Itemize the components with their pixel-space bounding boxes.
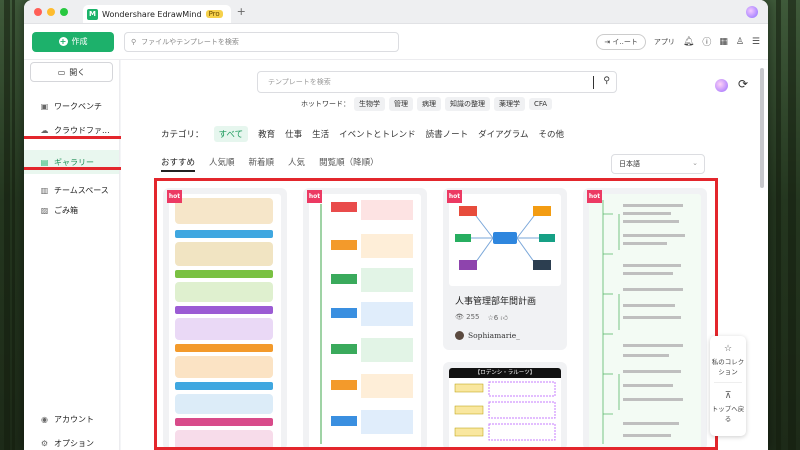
grid-view-icon[interactable]: ▦ bbox=[719, 37, 728, 47]
bell-icon[interactable]: 🔔︎ bbox=[683, 37, 694, 47]
hot-word-chip[interactable]: 管理 bbox=[389, 97, 413, 111]
category-work[interactable]: 仕事 bbox=[285, 128, 302, 140]
category-label: カテゴリ： bbox=[161, 130, 204, 140]
minimize-window-button[interactable] bbox=[47, 7, 55, 16]
new-tab-button[interactable]: + bbox=[237, 5, 246, 18]
back-to-top-button[interactable]: ⊼ トップへ戻る bbox=[710, 383, 746, 423]
tab-recommended[interactable]: おすすめ bbox=[161, 156, 196, 172]
user-avatar[interactable] bbox=[746, 5, 758, 18]
title-bar: M Wondershare EdrawMind Pro + bbox=[24, 0, 768, 24]
open-button[interactable]: ▭ 開く bbox=[30, 62, 113, 82]
highlight-box-templates bbox=[154, 178, 718, 450]
floating-panel: ☆ 私のコレクション ⊼ トップへ戻る bbox=[710, 336, 746, 436]
hot-tag: hot bbox=[167, 190, 182, 203]
sidebar-item-account[interactable]: ◉ アカウント bbox=[24, 407, 120, 431]
hot-word-chip[interactable]: CFA bbox=[529, 98, 553, 110]
open-label: 開く bbox=[69, 67, 86, 77]
menu-icon[interactable]: ☰ bbox=[752, 37, 760, 47]
create-button[interactable]: + 作成 bbox=[32, 31, 114, 52]
file-search-placeholder: ファイルやテンプレートを検索 bbox=[141, 37, 239, 46]
search-divider bbox=[593, 76, 594, 89]
refresh-icon[interactable]: ⟳ bbox=[738, 77, 748, 91]
trash-icon: ▨ bbox=[40, 205, 49, 215]
hot-word-chip[interactable]: 薬理学 bbox=[494, 97, 525, 111]
apps-button[interactable]: アプリ bbox=[654, 37, 675, 47]
template-search-placeholder: テンプレートを検索 bbox=[268, 78, 331, 86]
sidebar-item-label: クラウドファ... bbox=[54, 125, 110, 135]
star-icon: ☆ bbox=[723, 344, 733, 354]
category-events[interactable]: イベントとトレンド bbox=[339, 128, 416, 140]
hot-word-chip[interactable]: 病理 bbox=[417, 97, 441, 111]
app-window: M Wondershare EdrawMind Pro + + 作成 ⚲ ファイ… bbox=[24, 0, 768, 450]
category-life[interactable]: 生活 bbox=[312, 128, 329, 140]
language-select[interactable]: 日本語 ⌄ bbox=[611, 154, 705, 174]
team-icon: ▥ bbox=[40, 185, 49, 195]
category-reading[interactable]: 読書ノート bbox=[426, 128, 469, 140]
highlight-box-gallery bbox=[24, 136, 124, 170]
category-education[interactable]: 教育 bbox=[258, 128, 275, 140]
search-icon[interactable]: ⚲ bbox=[603, 76, 610, 86]
create-label: 作成 bbox=[71, 37, 88, 46]
category-all[interactable]: すべて bbox=[213, 126, 249, 142]
hot-tag: hot bbox=[587, 190, 602, 203]
ai-assistant-icon[interactable] bbox=[715, 79, 728, 92]
hot-tag: hot bbox=[447, 190, 462, 203]
gear-icon: ⚙ bbox=[40, 438, 49, 448]
search-icon: ⚲ bbox=[131, 37, 137, 46]
app-tab-title: Wondershare EdrawMind bbox=[102, 9, 202, 19]
template-search-input[interactable]: テンプレートを検索 ⚲ bbox=[257, 71, 617, 93]
pro-badge: Pro bbox=[205, 10, 223, 18]
back-to-top-label: トップへ戻る bbox=[711, 405, 745, 423]
sidebar-item-label: ワークベンチ bbox=[54, 101, 102, 111]
sidebar-item-label: ごみ箱 bbox=[54, 205, 78, 215]
folder-icon: ▭ bbox=[57, 67, 66, 77]
sidebar-item-trash[interactable]: ▨ ごみ箱 bbox=[24, 198, 119, 222]
collection-label: 私のコレクション bbox=[711, 358, 745, 376]
import-button[interactable]: ⇥ イ..ート bbox=[596, 33, 646, 50]
hot-words: ホットワード： 生物学 管理 病理 知識の整理 薬理学 CFA bbox=[301, 97, 553, 111]
app-tab[interactable]: M Wondershare EdrawMind Pro bbox=[83, 5, 231, 23]
hot-word-chip[interactable]: 生物学 bbox=[354, 97, 385, 111]
category-filter: カテゴリ： すべて 教育 仕事 生活 イベントとトレンド 読書ノート ダイアグラ… bbox=[161, 126, 564, 142]
arrow-up-icon: ⊼ bbox=[724, 391, 732, 401]
maximize-window-button[interactable] bbox=[60, 7, 68, 16]
sidebar-item-label: アカウント bbox=[54, 414, 94, 424]
sidebar-item-label: チームスペース bbox=[54, 185, 109, 195]
file-search-input[interactable]: ⚲ ファイルやテンプレートを検索 bbox=[124, 31, 399, 52]
tab-popular[interactable]: 人気 bbox=[288, 156, 305, 172]
shirt-icon[interactable]: ♙ bbox=[736, 37, 744, 47]
tab-newest[interactable]: 新着順 bbox=[249, 156, 275, 172]
chevron-down-icon: ⌄ bbox=[692, 159, 698, 167]
help-icon[interactable]: ⓘ bbox=[702, 35, 711, 48]
gallery-main: テンプレートを検索 ⚲ ⟳ ホットワード： 生物学 管理 病理 知識の整理 薬理… bbox=[121, 60, 768, 450]
hot-tag: hot bbox=[307, 190, 322, 203]
scrollbar[interactable] bbox=[760, 68, 764, 188]
hot-words-label: ホットワード： bbox=[301, 100, 350, 108]
sidebar: ▭ 開く ▣ ワークベンチ ☁ クラウドファ... ▤ ギャラリー ▥ チームス… bbox=[24, 60, 124, 450]
cloud-icon: ☁ bbox=[40, 125, 49, 135]
workbench-icon: ▣ bbox=[40, 101, 49, 111]
language-value: 日本語 bbox=[619, 160, 640, 168]
my-collection-button[interactable]: ☆ 私のコレクション bbox=[710, 336, 746, 376]
import-label: イ..ート bbox=[612, 37, 638, 46]
tab-popular-order[interactable]: 人気順 bbox=[209, 156, 235, 172]
sidebar-item-label: オプション bbox=[54, 438, 94, 448]
tab-views-desc[interactable]: 閲覧順（降順） bbox=[319, 156, 379, 172]
sort-tabs: おすすめ 人気順 新着順 人気 閲覧順（降順） bbox=[161, 156, 379, 172]
edrawmind-logo-icon: M bbox=[87, 8, 98, 20]
hot-word-chip[interactable]: 知識の整理 bbox=[445, 97, 490, 111]
category-diagram[interactable]: ダイアグラム bbox=[478, 128, 528, 140]
category-other[interactable]: その他 bbox=[539, 128, 565, 140]
sidebar-item-workbench[interactable]: ▣ ワークベンチ bbox=[24, 94, 119, 118]
plus-icon: + bbox=[58, 37, 68, 46]
close-window-button[interactable] bbox=[34, 7, 42, 16]
sidebar-item-options[interactable]: ⚙ オプション bbox=[24, 431, 120, 450]
account-icon: ◉ bbox=[41, 414, 48, 424]
top-toolbar: + 作成 ⚲ ファイルやテンプレートを検索 ⇥ イ..ート アプリ 🔔︎ ⓘ ▦… bbox=[24, 24, 768, 60]
